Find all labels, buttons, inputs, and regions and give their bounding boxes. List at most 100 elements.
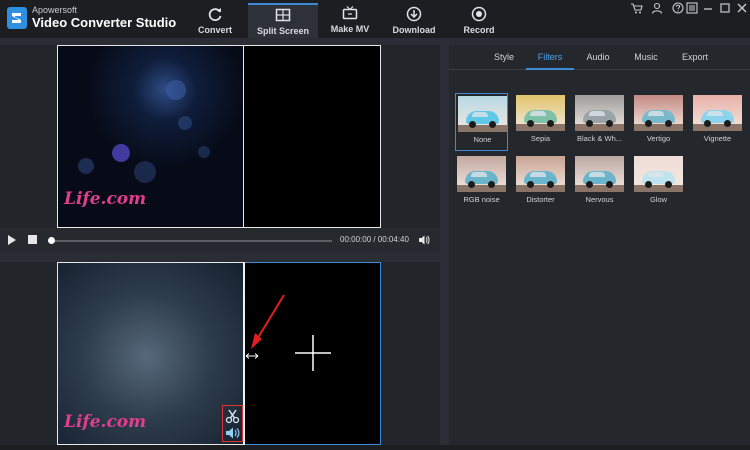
play-icon[interactable] [8,235,16,245]
filter-thumbnail [458,96,507,132]
filter-sepia[interactable]: Sepia [514,93,567,151]
filter-black-white[interactable]: Black & Wh... [573,93,626,151]
car-wheel-shape [724,120,731,127]
filter-none[interactable]: None [455,93,508,151]
filter-label: Distorter [526,195,555,204]
add-video-crosshair-icon[interactable] [295,335,331,371]
menu-icon[interactable] [685,2,699,14]
preview-pane-top: Life.com [0,45,440,228]
thumbnail-ground [516,185,565,192]
thumbnail-ground [634,185,683,192]
toolbar-make-mv-label: Make MV [330,24,370,34]
video-watermark-bottom: Life.com [64,412,147,432]
tv-icon [342,6,358,20]
download-icon [406,6,422,22]
refresh-icon [208,8,222,22]
filter-glow[interactable]: Glow [632,154,685,212]
toolbar-download-button[interactable]: Download [379,3,449,38]
tab-audio[interactable]: Audio [582,52,614,62]
car-window-shape [530,111,546,116]
tab-filters[interactable]: Filters [529,52,571,62]
toolbar-split-screen-button[interactable]: Split Screen [248,3,318,38]
car-wheel-shape [547,181,554,188]
filter-thumbnail [516,95,565,131]
car-window-shape [589,111,605,116]
panel-tabs: Style Filters Audio Music Export [449,45,750,70]
tab-music[interactable]: Music [631,52,661,62]
title-bar: Apowersoft Video Converter Studio Conver… [0,0,750,38]
toolbar-record-button[interactable]: Record [444,3,514,38]
filter-distorter[interactable]: Distorter [514,154,567,212]
bottom-left-video-slot[interactable]: Life.com [57,262,244,445]
toolbar-convert-button[interactable]: Convert [180,3,250,38]
car-wheel-shape [665,120,672,127]
car-wheel-shape [645,120,652,127]
filter-thumbnail [457,156,506,192]
car-wheel-shape [586,120,593,127]
volume-icon[interactable] [418,234,430,246]
filter-vertigo[interactable]: Vertigo [632,93,685,151]
toolbar-convert-label: Convert [197,25,232,35]
video-watermark: Life.com [64,189,147,209]
playback-bar: 00:00:00 / 00:04:40 [0,228,440,252]
tab-export[interactable]: Export [677,52,713,62]
filter-label: Vertigo [646,134,671,143]
car-wheel-shape [606,120,613,127]
car-wheel-shape [704,120,711,127]
filter-label: Glow [649,195,668,204]
car-wheel-shape [527,120,534,127]
app-title: Video Converter Studio [32,15,177,30]
top-left-video-slot[interactable]: Life.com [57,45,244,228]
close-icon[interactable] [735,2,749,14]
brand-company: Apowersoft [32,5,78,15]
record-icon [471,6,487,22]
filter-thumbnail [575,95,624,131]
filter-thumbnail [575,156,624,192]
app-logo-icon [7,7,27,29]
thumbnail-ground [693,124,742,131]
top-right-video-slot[interactable] [244,45,381,228]
seek-handle[interactable] [48,237,55,244]
help-icon[interactable] [671,2,685,14]
car-wheel-shape [665,181,672,188]
seek-bar[interactable] [50,240,332,242]
filter-label: Sepia [530,134,551,143]
car-wheel-shape [645,181,652,188]
toolbar-record-label: Record [463,25,495,35]
stop-icon[interactable] [28,235,37,244]
filter-label: RGB noise [463,195,500,204]
car-wheel-shape [469,121,476,128]
car-wheel-shape [488,181,495,188]
car-window-shape [530,172,546,177]
thumbnail-ground [516,124,565,131]
thumbnail-ground [575,185,624,192]
scissors-icon[interactable] [223,408,242,424]
filter-label: Vignette [703,134,732,143]
car-wheel-shape [468,181,475,188]
filter-rgb-noise[interactable]: RGB noise [455,154,508,212]
filter-nervous[interactable]: Nervous [573,154,626,212]
tab-style[interactable]: Style [489,52,519,62]
filter-thumbnail [693,95,742,131]
cart-icon[interactable] [630,2,644,14]
car-wheel-shape [547,120,554,127]
status-strip [0,445,750,450]
maximize-icon[interactable] [718,2,732,14]
car-window-shape [648,172,664,177]
filter-thumbnail [634,95,683,131]
user-icon[interactable] [650,2,664,14]
minimize-icon[interactable] [701,2,715,14]
speaker-icon[interactable] [223,425,242,441]
thumbnail-ground [575,124,624,131]
filter-vignette[interactable]: Vignette [691,93,744,151]
toolbar-make-mv-button[interactable]: Make MV [315,3,385,38]
car-wheel-shape [489,121,496,128]
car-window-shape [648,111,664,116]
preview-pane-bottom: Life.com [0,262,440,445]
time-display: 00:00:00 / 00:04:40 [340,235,409,244]
annotation-arrow-icon [251,294,285,349]
car-window-shape [472,112,488,117]
car-wheel-shape [586,181,593,188]
clip-tools-box [222,405,243,442]
filter-thumbnail [634,156,683,192]
